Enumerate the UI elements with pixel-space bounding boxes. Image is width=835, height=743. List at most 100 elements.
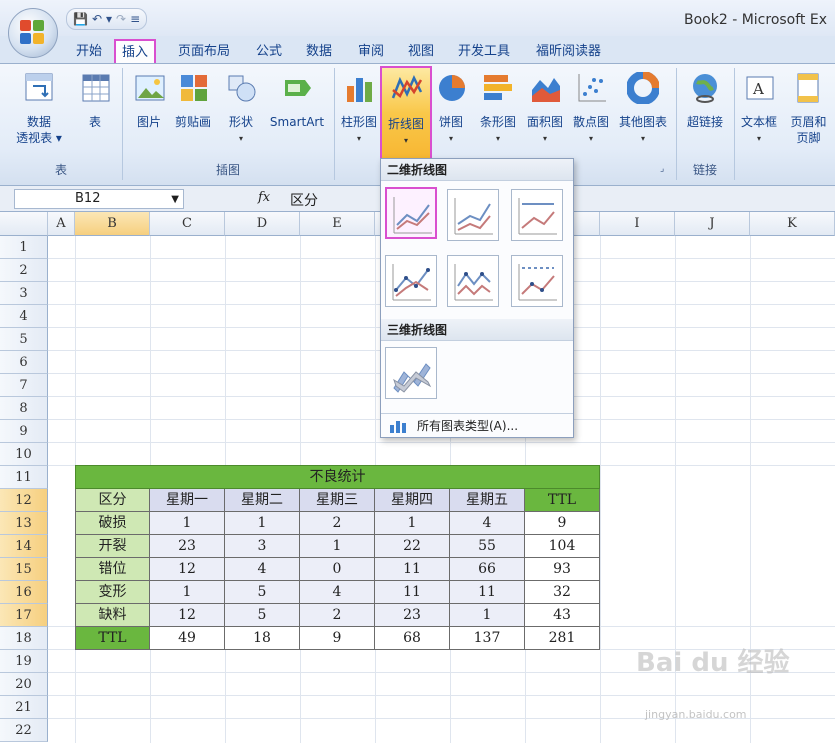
header-footer-button[interactable]: 页眉和 页脚 bbox=[782, 70, 835, 156]
line-chart-button[interactable]: 折线图 ▾ bbox=[380, 66, 432, 160]
3d-line-option[interactable] bbox=[385, 347, 437, 399]
table-cell[interactable]: 5 bbox=[225, 604, 300, 627]
table-row-label[interactable]: 破损 bbox=[75, 512, 150, 535]
table-cell[interactable]: 4 bbox=[300, 581, 375, 604]
row-header[interactable]: 14 bbox=[0, 535, 48, 558]
other-charts-button[interactable]: 其他图表 ▾ bbox=[614, 70, 672, 156]
bar-chart-button[interactable]: 条形图 ▾ bbox=[474, 70, 522, 156]
table-total-cell[interactable]: 281 bbox=[525, 627, 600, 650]
table-cell[interactable]: 3 bbox=[225, 535, 300, 558]
tab-data[interactable]: 数据 bbox=[300, 40, 338, 64]
table-cell[interactable]: 43 bbox=[525, 604, 600, 627]
column-header-e[interactable]: E bbox=[300, 212, 375, 236]
row-header[interactable]: 5 bbox=[0, 328, 48, 351]
scatter-chart-button[interactable]: 散点图 ▾ bbox=[568, 70, 614, 156]
tab-formulas[interactable]: 公式 bbox=[250, 40, 288, 64]
tab-home[interactable]: 开始 bbox=[70, 40, 108, 64]
formula-input[interactable]: 区分 bbox=[290, 190, 318, 210]
area-chart-button[interactable]: 面积图 ▾ bbox=[522, 70, 568, 156]
table-cell[interactable]: 22 bbox=[375, 535, 450, 558]
table-cell[interactable]: 23 bbox=[150, 535, 225, 558]
pie-chart-button[interactable]: 饼图 ▾ bbox=[434, 70, 468, 156]
stacked-line-markers-option[interactable] bbox=[447, 255, 499, 307]
row-header[interactable]: 9 bbox=[0, 420, 48, 443]
row-header[interactable]: 2 bbox=[0, 259, 48, 282]
table-cell[interactable]: 4 bbox=[225, 558, 300, 581]
column-header-c[interactable]: C bbox=[150, 212, 225, 236]
line-chart-option[interactable] bbox=[385, 187, 437, 239]
tab-insert[interactable]: 插入 bbox=[114, 39, 157, 63]
row-header[interactable]: 19 bbox=[0, 650, 48, 673]
table-header-cell[interactable]: 星期二 bbox=[225, 489, 300, 512]
table-cell[interactable]: 93 bbox=[525, 558, 600, 581]
row-header[interactable]: 8 bbox=[0, 397, 48, 420]
shapes-button[interactable]: 形状 ▾ bbox=[218, 70, 264, 156]
row-header[interactable]: 13 bbox=[0, 512, 48, 535]
table-header-cell[interactable]: 星期一 bbox=[150, 489, 225, 512]
table-cell[interactable]: 11 bbox=[375, 558, 450, 581]
office-button[interactable] bbox=[8, 8, 58, 58]
row-header[interactable]: 17 bbox=[0, 604, 48, 627]
column-header-b[interactable]: B bbox=[75, 212, 150, 236]
hyperlink-button[interactable]: 超链接 bbox=[680, 70, 730, 156]
table-row-label[interactable]: 错位 bbox=[75, 558, 150, 581]
table-cell[interactable]: 1 bbox=[375, 512, 450, 535]
table-cell[interactable]: 1 bbox=[450, 604, 525, 627]
table-cell[interactable]: 11 bbox=[450, 581, 525, 604]
name-box[interactable]: B12 ▼ bbox=[14, 189, 184, 209]
table-cell[interactable]: 32 bbox=[525, 581, 600, 604]
table-cell[interactable]: 0 bbox=[300, 558, 375, 581]
table-cell[interactable]: 2 bbox=[300, 604, 375, 627]
table-cell[interactable]: 12 bbox=[150, 558, 225, 581]
row-header[interactable]: 1 bbox=[0, 236, 48, 259]
row-header[interactable]: 22 bbox=[0, 719, 48, 742]
table-total-cell[interactable]: 137 bbox=[450, 627, 525, 650]
table-cell[interactable]: 66 bbox=[450, 558, 525, 581]
table-row-label[interactable]: 缺料 bbox=[75, 604, 150, 627]
table-header-cell[interactable]: TTL bbox=[525, 489, 600, 512]
table-cell[interactable]: 2 bbox=[300, 512, 375, 535]
table-total-cell[interactable]: 18 bbox=[225, 627, 300, 650]
clipart-button[interactable]: 剪贴画 bbox=[170, 70, 216, 156]
column-chart-button[interactable]: 柱形图 ▾ bbox=[336, 70, 382, 156]
tab-developer[interactable]: 开发工具 bbox=[452, 40, 516, 64]
row-header[interactable]: 12 bbox=[0, 489, 48, 512]
row-header[interactable]: 10 bbox=[0, 443, 48, 466]
table-header-cell[interactable]: 星期五 bbox=[450, 489, 525, 512]
table-cell[interactable]: 9 bbox=[525, 512, 600, 535]
tab-page-layout[interactable]: 页面布局 bbox=[172, 40, 236, 64]
table-cell[interactable]: 1 bbox=[225, 512, 300, 535]
table-header-cell[interactable]: 星期四 bbox=[375, 489, 450, 512]
table-cell[interactable]: 55 bbox=[450, 535, 525, 558]
tab-foxit-reader[interactable]: 福昕阅读器 bbox=[530, 40, 607, 64]
row-header[interactable]: 3 bbox=[0, 282, 48, 305]
table-title-cell[interactable]: 不良统计 bbox=[75, 465, 600, 489]
select-all-corner[interactable] bbox=[0, 212, 48, 236]
table-cell[interactable]: 1 bbox=[150, 512, 225, 535]
tab-view[interactable]: 视图 bbox=[402, 40, 440, 64]
table-cell[interactable]: 1 bbox=[300, 535, 375, 558]
percent-line-markers-option[interactable] bbox=[511, 255, 563, 307]
column-header-a[interactable]: A bbox=[48, 212, 75, 236]
row-header[interactable]: 20 bbox=[0, 673, 48, 696]
table-cell[interactable]: 12 bbox=[150, 604, 225, 627]
table-total-cell[interactable]: 49 bbox=[150, 627, 225, 650]
table-cell[interactable]: 4 bbox=[450, 512, 525, 535]
table-cell[interactable]: 104 bbox=[525, 535, 600, 558]
table-cell[interactable]: 1 bbox=[150, 581, 225, 604]
save-icon[interactable]: 💾 bbox=[73, 12, 88, 26]
column-header-k[interactable]: K bbox=[750, 212, 835, 236]
table-header-cell[interactable]: 星期三 bbox=[300, 489, 375, 512]
column-header-j[interactable]: J bbox=[675, 212, 750, 236]
smartart-button[interactable]: SmartArt bbox=[264, 70, 330, 156]
pivot-table-button[interactable]: 数据 透视表 ▾ bbox=[16, 70, 62, 156]
redo-icon[interactable]: ↷ bbox=[116, 12, 126, 26]
name-box-dropdown-icon[interactable]: ▼ bbox=[171, 191, 179, 209]
row-header[interactable]: 16 bbox=[0, 581, 48, 604]
row-header[interactable]: 6 bbox=[0, 351, 48, 374]
tab-review[interactable]: 审阅 bbox=[352, 40, 390, 64]
dialog-launcher-icon[interactable]: ⌟ bbox=[660, 164, 664, 174]
table-header-cell[interactable]: 区分 bbox=[75, 489, 150, 512]
table-row-label[interactable]: 开裂 bbox=[75, 535, 150, 558]
table-cell[interactable]: 11 bbox=[375, 581, 450, 604]
